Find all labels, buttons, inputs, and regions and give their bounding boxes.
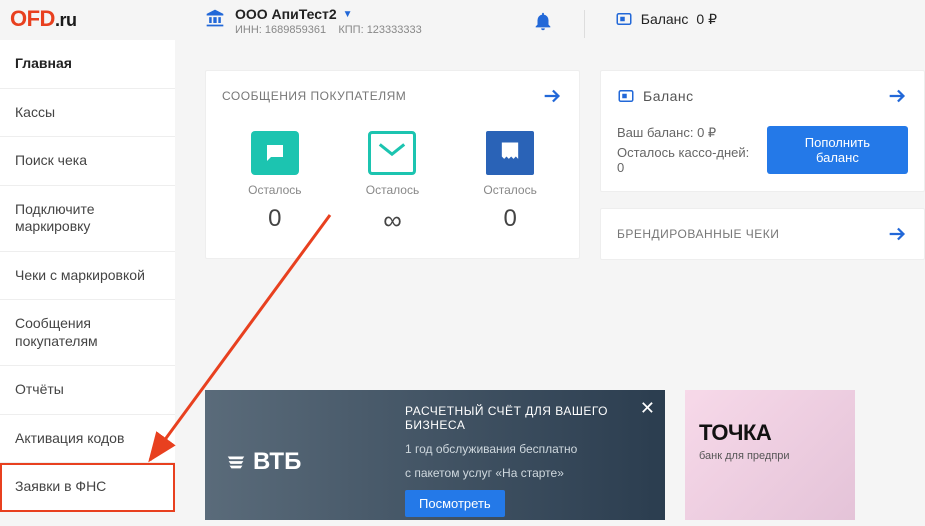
sidebar-item-main[interactable]: Главная (0, 40, 175, 89)
main: СООБЩЕНИЯ ПОКУПАТЕЛЯМ Осталось 0 Осталос… (205, 70, 925, 260)
promo-line1: 1 год обслуживания бесплатно (405, 442, 625, 456)
promo-cta-button[interactable]: Посмотреть (405, 490, 505, 517)
chat-icon (251, 131, 299, 175)
balance-card: Баланс Ваш баланс: 0 ₽ Осталось кассо-дн… (600, 70, 925, 192)
promo-line2: с пакетом услуг «На старте» (405, 466, 625, 480)
org-switcher[interactable]: ООО АпиТест2 ▼ ИНН: 1689859361 КПП: 1233… (205, 6, 422, 36)
topup-button[interactable]: Пополнить баланс (767, 126, 908, 174)
balance-title: Баланс (643, 88, 694, 104)
logo-brand: OFD (10, 6, 55, 31)
sidebar-item-search-check[interactable]: Поиск чека (0, 137, 175, 186)
logo[interactable]: OFD.ru (10, 6, 76, 32)
sidebar-item-activate-codes[interactable]: Активация кодов (0, 415, 175, 464)
sidebar: Главная Кассы Поиск чека Подключите марк… (0, 40, 175, 512)
branded-checks-card: БРЕНДИРОВАННЫЕ ЧЕКИ (600, 208, 925, 260)
arrow-right-icon[interactable] (886, 85, 908, 107)
receipt-remaining: Осталось 0 (460, 131, 560, 236)
chevron-down-icon: ▼ (343, 9, 353, 20)
org-details: ИНН: 1689859361 КПП: 123333333 (235, 24, 422, 36)
promo-title: РАСЧЕТНЫЙ СЧЁТ ДЛЯ ВАШЕГО БИЗНЕСА (405, 404, 625, 432)
sidebar-item-marking-checks[interactable]: Чеки с маркировкой (0, 252, 175, 301)
org-name: ООО АпиТест2 (235, 6, 337, 22)
divider (584, 10, 585, 38)
promos: ✕ ВТБ РАСЧЕТНЫЙ СЧЁТ ДЛЯ ВАШЕГО БИЗНЕСА … (205, 390, 855, 520)
close-icon[interactable]: ✕ (640, 398, 655, 419)
tochka-brand: ТОЧКА (699, 420, 841, 446)
sidebar-item-marking-connect[interactable]: Подключите маркировку (0, 186, 175, 252)
logo-suffix: .ru (55, 10, 77, 30)
sidebar-item-reports[interactable]: Отчёты (0, 366, 175, 415)
branded-title: БРЕНДИРОВАННЫЕ ЧЕКИ (617, 227, 779, 241)
top-balance[interactable]: Баланс 0 ₽ (615, 10, 717, 28)
messages-title: СООБЩЕНИЯ ПОКУПАТЕЛЯМ (222, 89, 406, 103)
wallet-icon (615, 10, 633, 28)
tochka-sub: банк для предпри (699, 450, 841, 462)
sidebar-item-messages[interactable]: Сообщения покупателям (0, 300, 175, 366)
receipt-icon (486, 131, 534, 175)
topbar: ООО АпиТест2 ▼ ИНН: 1689859361 КПП: 1233… (205, 0, 925, 46)
bank-icon (205, 8, 225, 28)
bell-icon[interactable] (532, 10, 554, 32)
promo-tochka[interactable]: ТОЧКА банк для предпри (685, 390, 855, 520)
sidebar-item-fns-applications[interactable]: Заявки в ФНС (0, 463, 175, 512)
wallet-icon (617, 87, 635, 105)
arrow-right-icon[interactable] (541, 85, 563, 107)
balance-meta: Ваш баланс: 0 ₽ Осталось кассо-дней: 0 (617, 125, 757, 175)
promo-vtb[interactable]: ✕ ВТБ РАСЧЕТНЫЙ СЧЁТ ДЛЯ ВАШЕГО БИЗНЕСА … (205, 390, 665, 520)
mail-icon (368, 131, 416, 175)
sidebar-item-kassy[interactable]: Кассы (0, 89, 175, 138)
email-remaining: Осталось ∞ (342, 131, 442, 236)
sms-remaining: Осталось 0 (225, 131, 325, 236)
arrow-right-icon[interactable] (886, 223, 908, 245)
messages-card: СООБЩЕНИЯ ПОКУПАТЕЛЯМ Осталось 0 Осталос… (205, 70, 580, 259)
